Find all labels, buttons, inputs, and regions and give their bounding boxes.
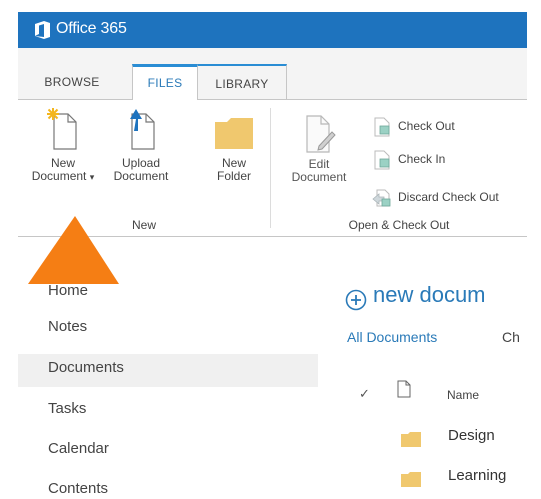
new-folder-label-2: Folder bbox=[216, 169, 251, 183]
select-all-checkmark[interactable]: ✓ bbox=[359, 386, 370, 402]
list-item[interactable]: Design bbox=[345, 423, 541, 453]
office-logo-icon[interactable] bbox=[34, 21, 51, 39]
name-column-header[interactable]: Name bbox=[447, 388, 479, 402]
new-document-icon bbox=[47, 108, 77, 150]
new-folder-button[interactable]: New Folder bbox=[212, 106, 256, 183]
check-out-icon bbox=[374, 117, 390, 137]
edit-document-label-2: Document bbox=[291, 170, 347, 184]
plus-circle-icon bbox=[345, 289, 367, 311]
new-document-button[interactable]: New Document ▾ bbox=[26, 106, 100, 184]
file-name[interactable]: Design bbox=[448, 427, 495, 444]
list-item[interactable]: Learning bbox=[345, 463, 541, 493]
file-name[interactable]: Learning bbox=[448, 467, 506, 484]
check-out-button[interactable]: Check Out bbox=[371, 117, 523, 137]
upload-document-icon bbox=[130, 109, 155, 150]
view-other[interactable]: Ch bbox=[502, 329, 520, 345]
new-document-label-2: Document ▾ bbox=[31, 169, 95, 183]
check-out-label: Check Out bbox=[398, 119, 455, 133]
callout-arrow-icon bbox=[28, 216, 119, 284]
edit-document-button[interactable]: Edit Document bbox=[282, 112, 356, 184]
ribbon-tab-row: BROWSE FILES LIBRARY bbox=[18, 48, 527, 101]
suite-bar: Office 365 bbox=[18, 12, 527, 48]
view-all-documents[interactable]: All Documents bbox=[347, 329, 437, 345]
folder-icon bbox=[215, 118, 253, 149]
check-in-label: Check In bbox=[398, 152, 446, 166]
check-in-icon bbox=[374, 150, 390, 170]
ribbon-group-divider bbox=[270, 108, 271, 228]
check-in-button[interactable]: Check In bbox=[371, 150, 523, 170]
tab-browse[interactable]: BROWSE bbox=[28, 64, 116, 101]
main-content: new docum All Documents Ch ✓ Name Design… bbox=[345, 270, 541, 499]
discard-check-out-button[interactable]: Discard Check Out bbox=[371, 188, 527, 207]
document-type-icon bbox=[397, 380, 411, 398]
upload-document-button[interactable]: Upload Document bbox=[108, 106, 174, 183]
open-check-out-group-label: Open & Check Out bbox=[348, 218, 450, 232]
edit-document-icon bbox=[306, 115, 336, 153]
folder-icon bbox=[401, 472, 421, 487]
nav-item-contents[interactable]: Contents bbox=[18, 478, 318, 499]
nav-item-documents[interactable]: Documents bbox=[18, 354, 318, 387]
upload-document-label-2: Document bbox=[113, 169, 169, 183]
discard-check-out-label: Discard Check Out bbox=[398, 190, 499, 204]
suite-title[interactable]: Office 365 bbox=[56, 20, 127, 38]
tab-files[interactable]: FILES bbox=[132, 64, 198, 101]
nav-item-tasks[interactable]: Tasks bbox=[18, 398, 318, 431]
chevron-down-icon: ▾ bbox=[89, 172, 95, 182]
nav-item-calendar[interactable]: Calendar bbox=[18, 438, 318, 471]
new-document-link-label: new docum bbox=[373, 282, 486, 307]
nav-item-notes[interactable]: Notes bbox=[18, 316, 318, 349]
folder-icon bbox=[401, 432, 421, 447]
left-nav: Home Notes Documents Tasks Calendar Cont… bbox=[18, 270, 318, 499]
tab-library[interactable]: LIBRARY bbox=[198, 64, 287, 101]
discard-check-out-icon bbox=[372, 189, 391, 207]
